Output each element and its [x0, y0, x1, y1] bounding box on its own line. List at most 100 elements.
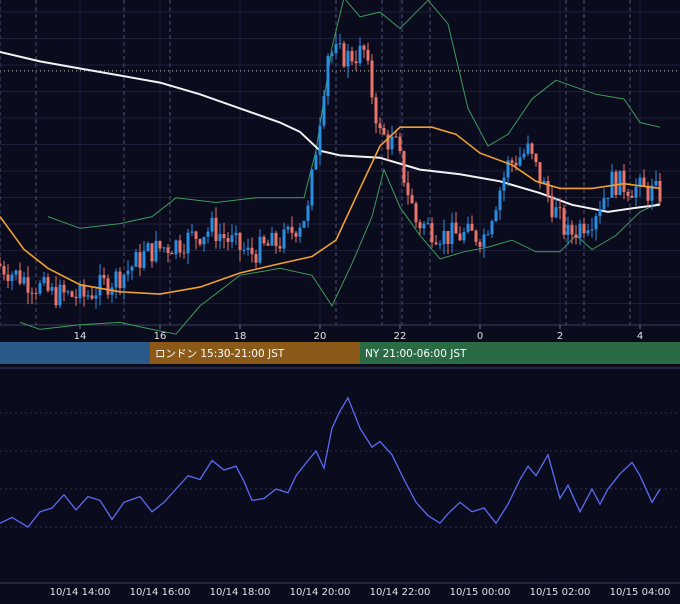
candle-body [178, 240, 182, 253]
candle-body [518, 157, 522, 166]
candle-body [26, 277, 30, 293]
candle-body [290, 226, 294, 233]
candle-body [190, 231, 194, 233]
price-tick-label: 14 [74, 331, 87, 342]
candle-body [186, 232, 190, 254]
candle-body [566, 224, 570, 235]
candle-body [10, 274, 14, 282]
candle-body [46, 277, 50, 291]
candle-body [458, 233, 462, 241]
candle-body [486, 234, 490, 236]
price-tick-label: 20 [314, 331, 327, 342]
candle-body [346, 50, 350, 67]
candle-body [310, 169, 314, 206]
candle-body [658, 180, 662, 202]
candle-body [90, 295, 94, 299]
candle-body [318, 125, 322, 156]
candle-body [242, 249, 246, 251]
candle-body [62, 284, 66, 293]
candle-body [618, 170, 622, 195]
candle-body [250, 247, 254, 255]
candle-body [34, 293, 38, 295]
candle-body [14, 270, 18, 275]
candle-body [266, 243, 270, 246]
candle-body [502, 177, 506, 191]
candle-body [430, 223, 434, 243]
candle-body [370, 60, 374, 98]
candle-body [630, 195, 634, 198]
session-ny-label: NY 21:00-06:00 JST [365, 348, 467, 360]
candle-body [478, 241, 482, 247]
candle-body [462, 231, 466, 241]
candle-body [450, 222, 454, 244]
candle-body [434, 242, 438, 245]
candle-body [378, 123, 382, 129]
candle-body [530, 143, 534, 154]
candle-body [206, 231, 210, 237]
candle-body [538, 162, 542, 184]
candle-body [474, 230, 478, 242]
candle-body [326, 56, 330, 97]
candle-body [298, 227, 302, 237]
candle-body [342, 43, 346, 67]
candle-body [54, 287, 58, 306]
candle-body [70, 291, 74, 297]
candle-body [418, 222, 422, 229]
candle-body [394, 136, 398, 138]
candle-body [198, 239, 202, 245]
candle-body [258, 236, 262, 263]
candle-body [174, 240, 178, 255]
candle-body [98, 274, 102, 296]
candle-body [446, 230, 450, 244]
candle-body [622, 170, 626, 192]
candle-body [398, 136, 402, 152]
candle-body [102, 274, 106, 279]
candle-body [414, 203, 418, 223]
candle-body [42, 277, 46, 284]
candle-body [422, 223, 426, 229]
candle-body [374, 97, 378, 124]
candle-body [86, 295, 90, 297]
candle-body [570, 224, 574, 235]
price-tick-label: 16 [154, 331, 167, 342]
session-tokyo [0, 342, 150, 364]
candle-body [234, 232, 238, 236]
candle-body [586, 230, 590, 234]
candle-body [230, 235, 234, 242]
candle-body [30, 292, 34, 294]
oscillator-tick-label: 10/14 16:00 [130, 587, 191, 598]
candle-body [302, 220, 306, 228]
candle-body [158, 240, 162, 249]
candle-body [142, 251, 146, 268]
chart-canvas[interactable]: 14 16 18 20 22 0 2 4 ロンドン 15:30-21:00 JST NY 21:… [0, 0, 680, 600]
candle-body [134, 252, 138, 267]
candle-body [146, 243, 150, 252]
oscillator-tick-label: 10/14 20:00 [290, 587, 351, 598]
oscillator-tick-label: 10/15 04:00 [610, 587, 671, 598]
candle-body [306, 205, 310, 221]
candle-body [654, 180, 658, 186]
candle-body [286, 226, 290, 230]
candle-body [582, 223, 586, 234]
session-bar: ロンドン 15:30-21:00 JST NY 21:00-06:00 JST [0, 342, 680, 364]
price-tick-label: 18 [234, 331, 247, 342]
candle-body [254, 254, 258, 263]
candle-body [554, 207, 558, 218]
candle-body [226, 238, 230, 242]
candle-body [358, 45, 362, 64]
candle-body [382, 128, 386, 135]
candle-body [558, 207, 562, 209]
session-london-label: ロンドン 15:30-21:00 JST [155, 348, 285, 360]
candle-body [534, 153, 538, 163]
oscillator-tick-label: 10/15 00:00 [450, 587, 511, 598]
candle-body [362, 45, 366, 50]
candle-body [410, 195, 414, 204]
price-tick-label: 2 [557, 331, 563, 342]
candle-body [0, 263, 2, 267]
candle-body [330, 53, 334, 57]
candle-body [526, 143, 530, 154]
candle-body [22, 277, 26, 284]
candle-body [74, 296, 78, 299]
candle-body [314, 155, 318, 170]
candle-body [354, 61, 358, 64]
